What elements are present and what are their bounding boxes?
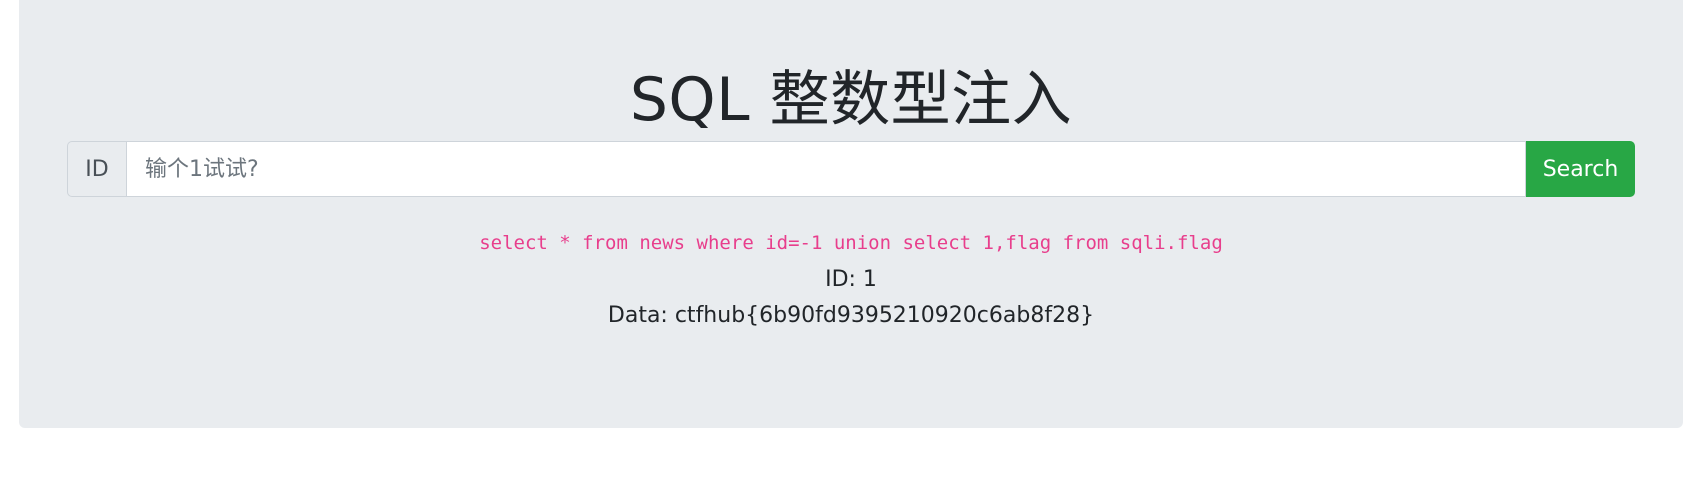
result-data: Data: ctfhub{6b90fd9395210920c6ab8f28}	[607, 303, 1095, 328]
jumbotron: SQL 整数型注入 ID Search select * from news w…	[19, 0, 1683, 428]
id-prepend-label: ID	[67, 141, 126, 197]
page-title: SQL 整数型注入	[629, 65, 1073, 135]
id-input[interactable]	[126, 141, 1526, 197]
search-form: ID Search	[67, 141, 1635, 197]
result-id: ID: 1	[825, 267, 877, 292]
sql-query-text: select * from news where id=-1 union sel…	[479, 232, 1223, 254]
search-button[interactable]: Search	[1526, 141, 1635, 197]
